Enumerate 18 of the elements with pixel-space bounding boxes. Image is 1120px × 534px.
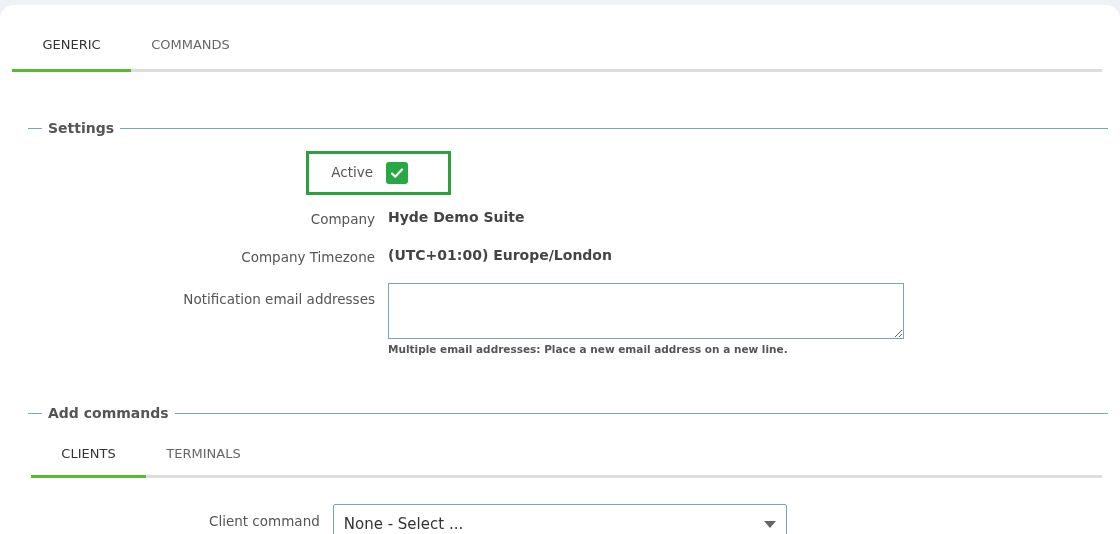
field-label: Notification email addresses: [183, 291, 375, 307]
field-label: Active: [331, 164, 373, 181]
field-value: Hyde Demo Suite: [388, 208, 525, 225]
field-value: (UTC+01:00) Europe/London: [388, 246, 612, 263]
tab[interactable]: COMMANDS: [131, 5, 250, 72]
field-label: Company: [310, 210, 375, 227]
command-select[interactable]: None - Select ...: [332, 504, 787, 534]
tab[interactable]: CLIENTS: [31, 423, 146, 478]
section-legend: Settings: [48, 117, 115, 139]
email-textarea[interactable]: [388, 283, 904, 339]
tab[interactable]: GENERIC: [12, 5, 131, 72]
tab[interactable]: TERMINALS: [146, 423, 261, 478]
field-label: Client command: [209, 512, 320, 531]
active-checkbox[interactable]: [386, 161, 408, 184]
caret-icon: [763, 520, 776, 528]
field-label: Company Timezone: [241, 248, 375, 265]
help-text: Multiple email addresses: Place a new email address on a new line.: [388, 343, 788, 355]
section-legend: Add commands: [48, 402, 169, 424]
